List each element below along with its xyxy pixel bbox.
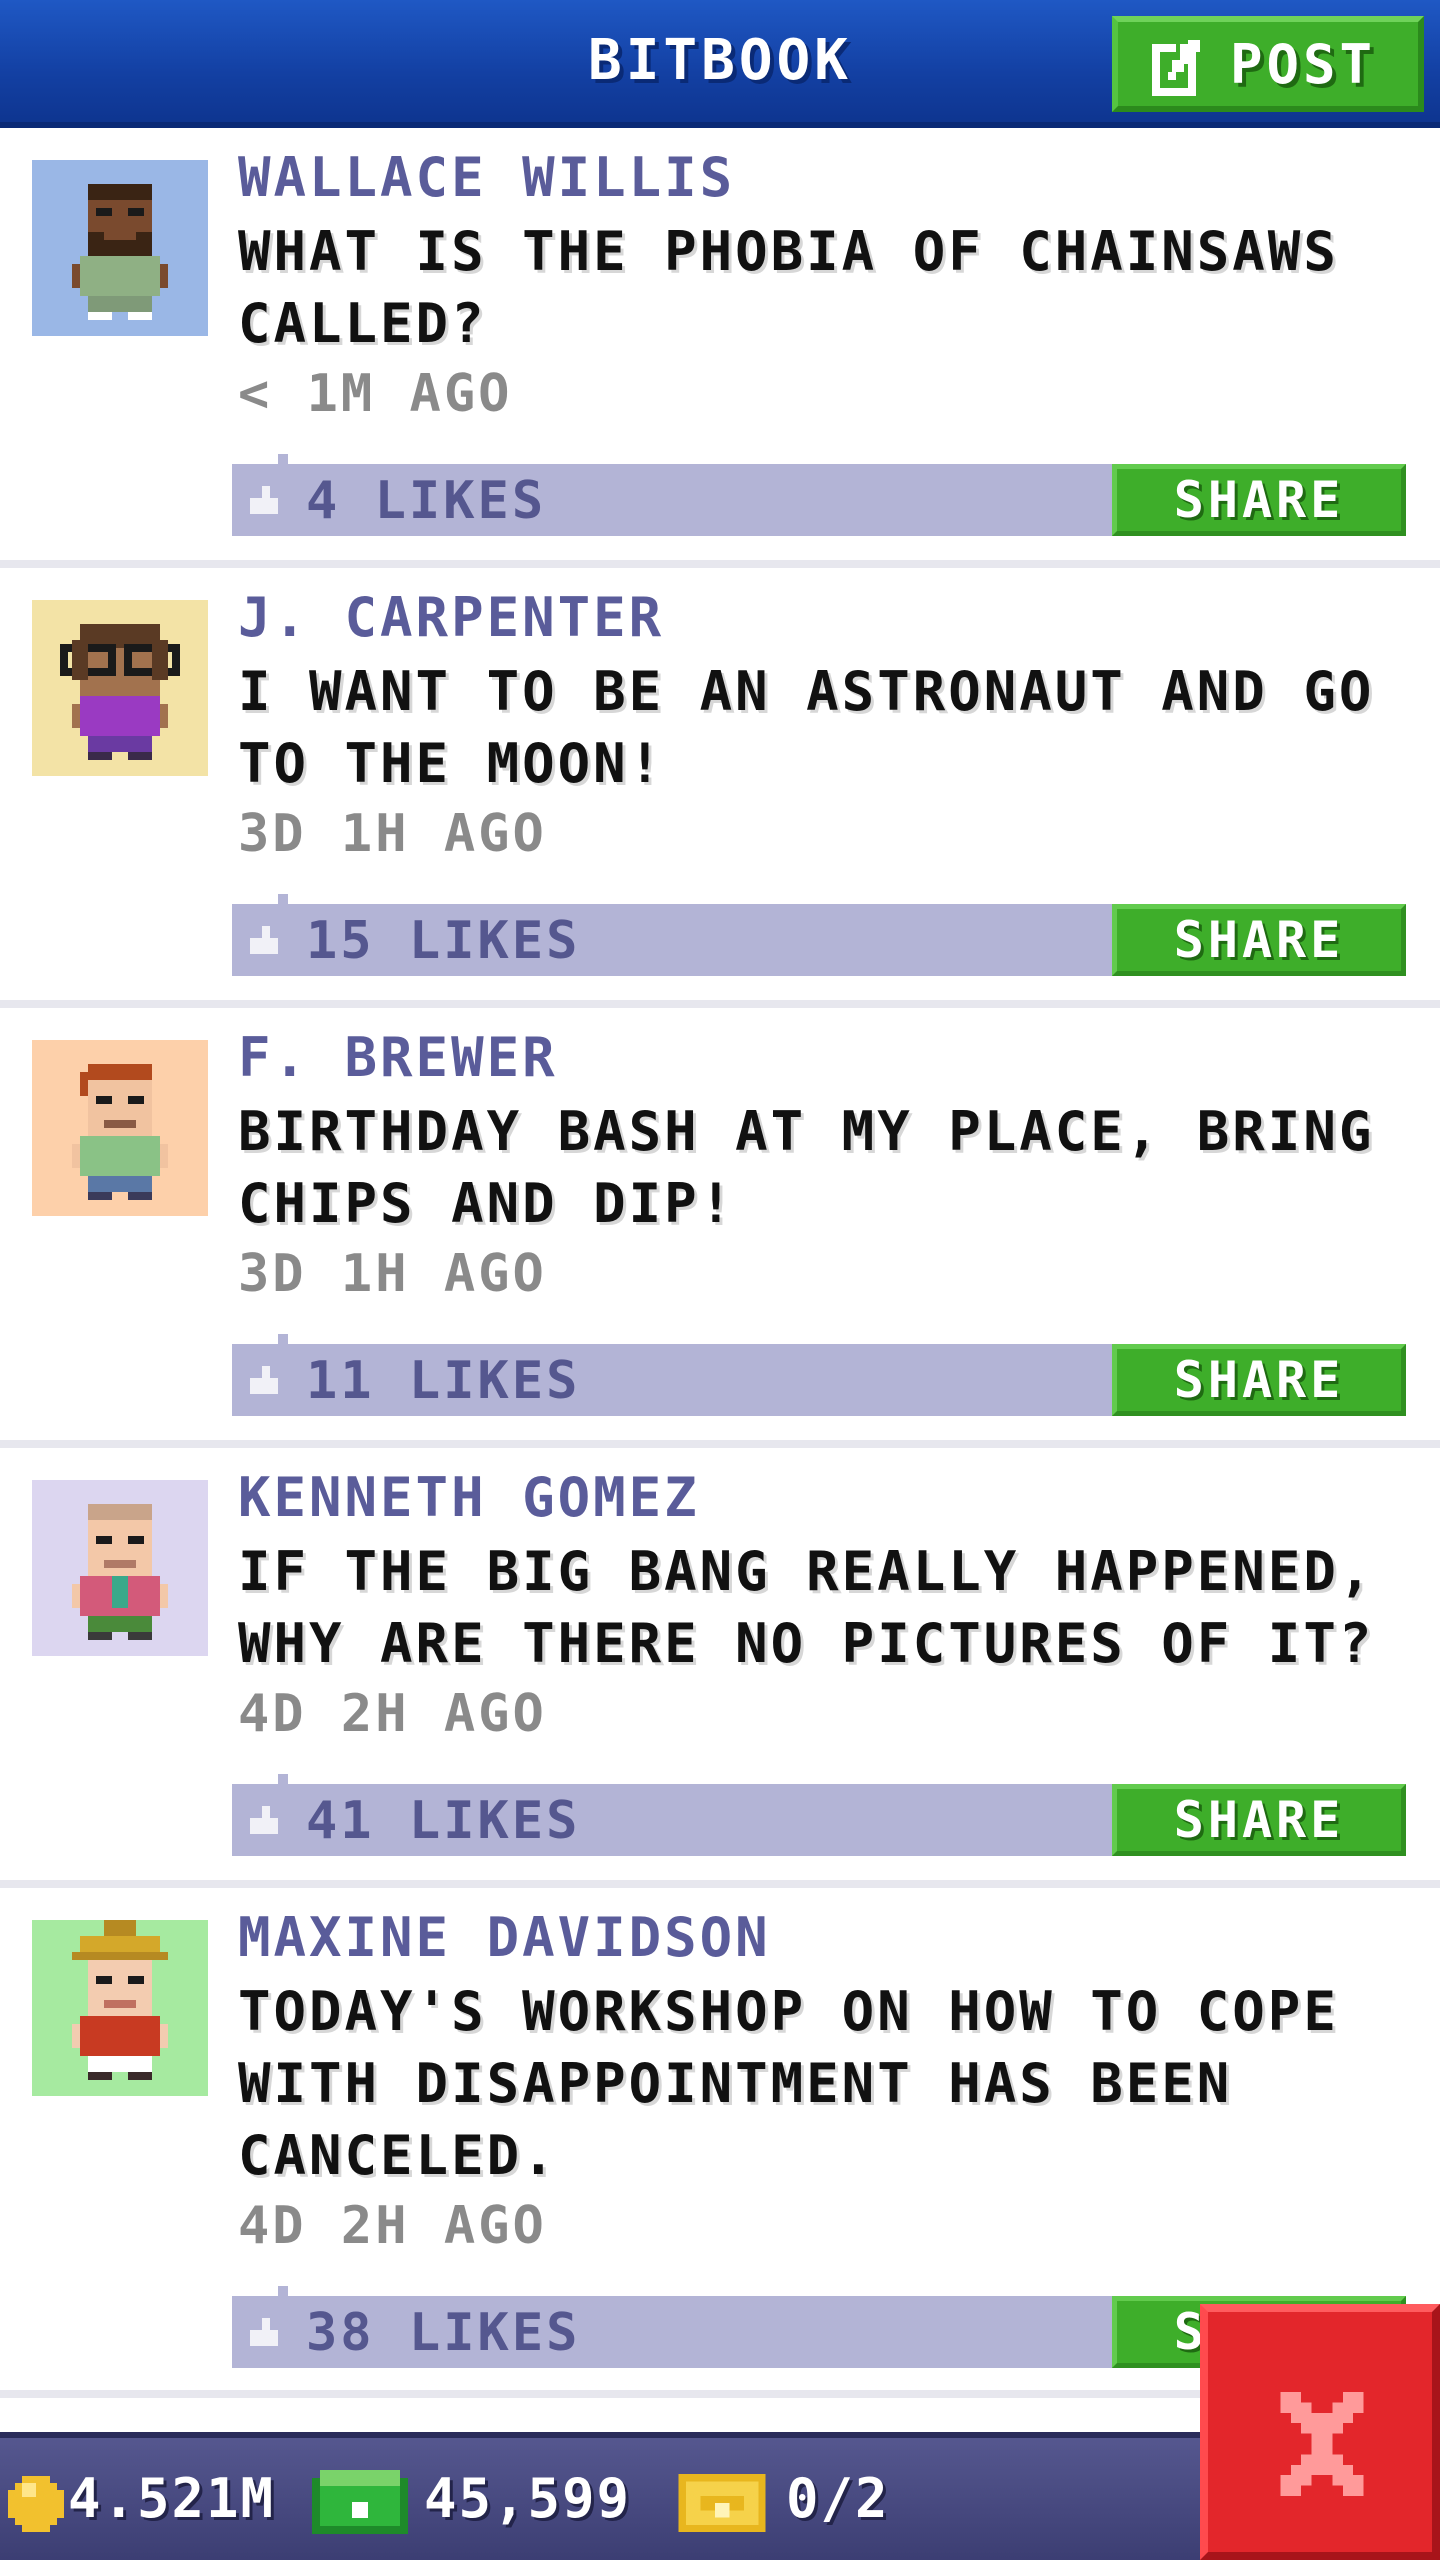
post-divider (0, 1440, 1440, 1448)
share-button[interactable]: SHARE (1112, 464, 1406, 536)
avatar[interactable] (32, 1920, 208, 2096)
like-bar-tab (278, 1774, 288, 1784)
avatar[interactable] (32, 160, 208, 336)
post-author[interactable]: WALLACE WILLIS (238, 146, 735, 210)
thumbs-up-icon (250, 2318, 278, 2346)
avatar-image (32, 1480, 208, 1656)
post-divider (0, 1000, 1440, 1008)
post-timestamp: 4D 2H AGO (238, 2196, 547, 2256)
share-button[interactable]: SHARE (1112, 904, 1406, 976)
post-timestamp: 3D 1H AGO (238, 1244, 547, 1304)
post-button[interactable]: POST (1112, 16, 1424, 112)
post-message-line: WITH DISAPPOINTMENT HAS BEEN (238, 2052, 1233, 2115)
post-button-label: POST (1230, 33, 1377, 96)
coin-icon (8, 2476, 64, 2532)
feed-post: F. BREWER BIRTHDAY BASH AT MY PLACE, BRI… (0, 1008, 1440, 1438)
like-count: 38 LIKES (306, 2303, 581, 2363)
post-author[interactable]: F. BREWER (238, 1026, 558, 1090)
bux-amount: 45,599 (424, 2467, 632, 2530)
thumbs-up-icon (250, 926, 278, 954)
coins-amount: 4.521M (68, 2467, 276, 2530)
thumbs-up-icon (250, 1366, 278, 1394)
thumbs-up-icon (250, 1806, 278, 1834)
like-bar-tab (278, 454, 288, 464)
ticket-icon (678, 2474, 766, 2532)
post-author[interactable]: KENNETH GOMEZ (238, 1466, 700, 1530)
close-icon (1280, 2392, 1364, 2496)
post-message-line: BIRTHDAY BASH AT MY PLACE, BRING (238, 1100, 1375, 1163)
post-message-line: I WANT TO BE AN ASTRONAUT AND GO (238, 660, 1375, 723)
post-message-line: TODAY'S WORKSHOP ON HOW TO COPE (238, 1980, 1339, 2043)
post-timestamp: < 1M AGO (238, 364, 513, 424)
compose-icon (1152, 40, 1200, 96)
post-timestamp: 4D 2H AGO (238, 1684, 547, 1744)
post-divider (0, 1880, 1440, 1888)
post-author[interactable]: J. CARPENTER (238, 586, 664, 650)
avatar-image (32, 600, 208, 776)
post-divider (0, 560, 1440, 568)
feed-post: WALLACE WILLIS WHAT IS THE PHOBIA OF CHA… (0, 128, 1440, 558)
avatar[interactable] (32, 600, 208, 776)
post-message-line: WHAT IS THE PHOBIA OF CHAINSAWS (238, 220, 1339, 283)
post-message-line: CHIPS AND DIP! (238, 1172, 736, 1235)
top-bar: BITBOOK POST (0, 0, 1440, 128)
post-message-line: IF THE BIG BANG REALLY HAPPENED, (238, 1540, 1375, 1603)
like-bar-tab (278, 1334, 288, 1344)
avatar-image (32, 160, 208, 336)
feed-post: J. CARPENTER I WANT TO BE AN ASTRONAUT A… (0, 568, 1440, 998)
like-bar-tab (278, 894, 288, 904)
post-timestamp: 3D 1H AGO (238, 804, 547, 864)
avatar-image (32, 1040, 208, 1216)
post-message-line: WHY ARE THERE NO PICTURES OF IT? (238, 1612, 1375, 1675)
ticket-count: 0/2 (786, 2467, 890, 2530)
share-button[interactable]: SHARE (1112, 1784, 1406, 1856)
post-message-line: CANCELED. (238, 2124, 558, 2187)
like-count: 11 LIKES (306, 1351, 581, 1411)
post-message-line: CALLED? (238, 292, 487, 355)
post-message-line: TO THE MOON! (238, 732, 665, 795)
like-count: 15 LIKES (306, 911, 581, 971)
avatar[interactable] (32, 1040, 208, 1216)
thumbs-up-icon (250, 486, 278, 514)
bux-icon (312, 2470, 408, 2534)
feed-post: KENNETH GOMEZ IF THE BIG BANG REALLY HAP… (0, 1448, 1440, 1878)
like-count: 41 LIKES (306, 1791, 581, 1851)
share-button[interactable]: SHARE (1112, 1344, 1406, 1416)
close-button[interactable] (1200, 2304, 1440, 2560)
avatar[interactable] (32, 1480, 208, 1656)
like-count: 4 LIKES (306, 471, 547, 531)
post-author[interactable]: MAXINE DAVIDSON (238, 1906, 771, 1970)
avatar-image (32, 1920, 208, 2096)
like-bar-tab (278, 2286, 288, 2296)
